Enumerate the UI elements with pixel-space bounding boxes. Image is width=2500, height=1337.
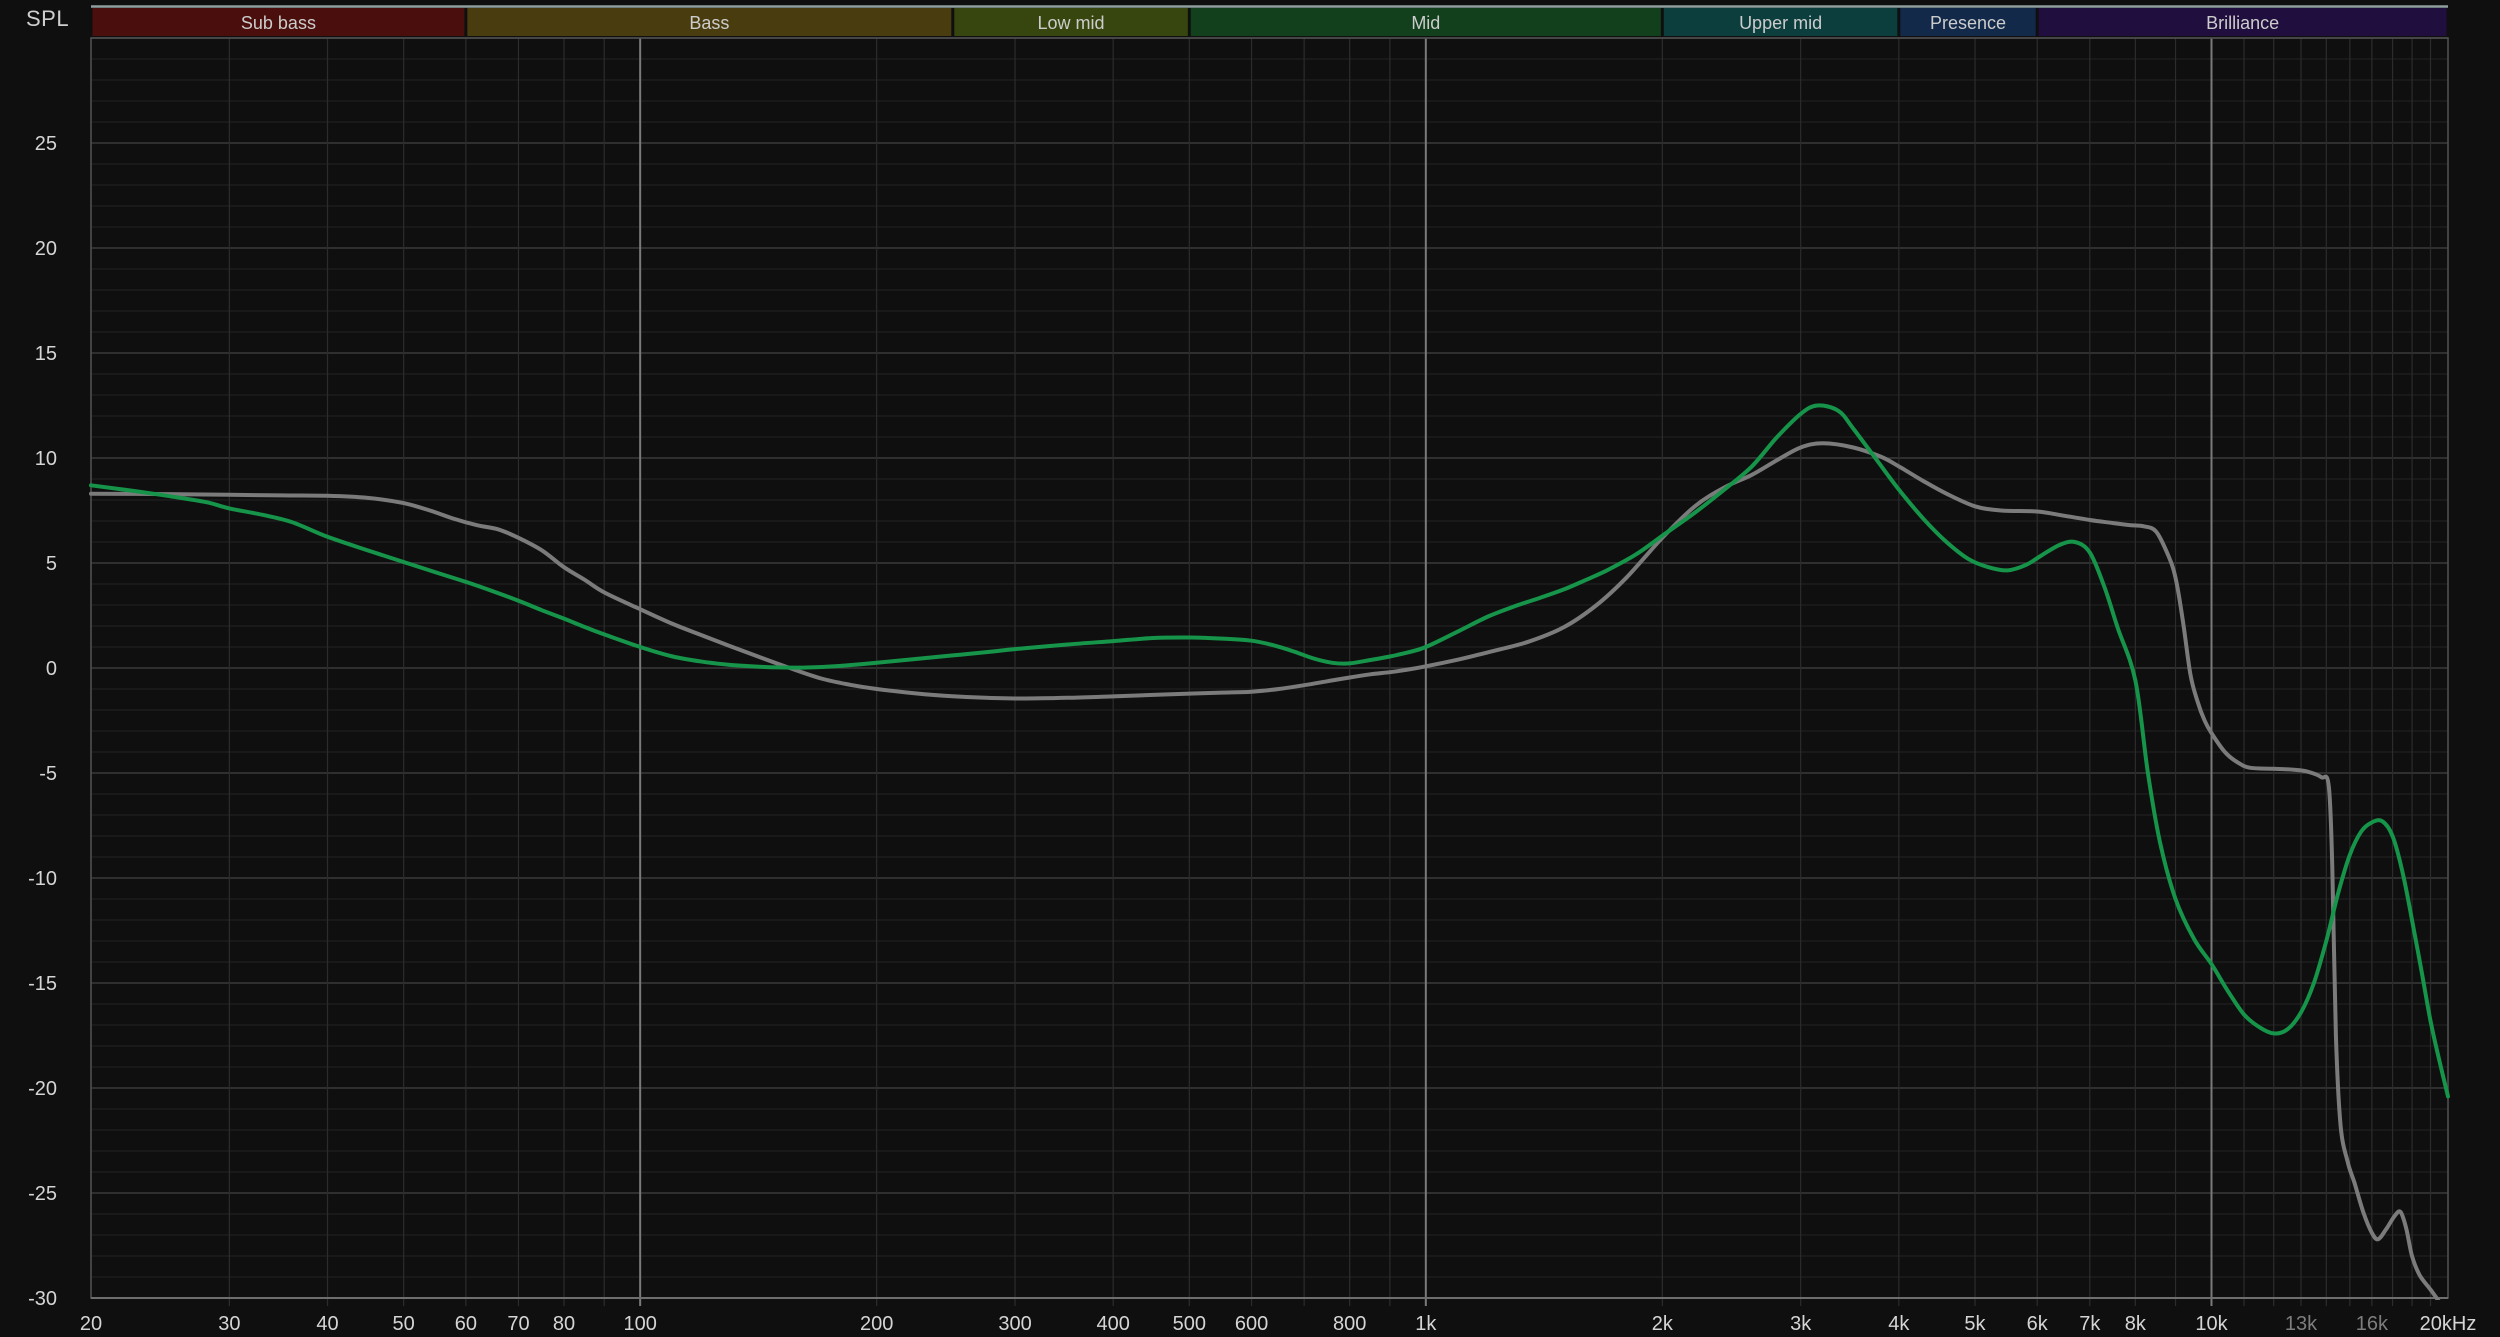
y-axis-label: -10: [28, 868, 57, 890]
x-axis-label: 8k: [2125, 1313, 2147, 1335]
x-axis-label: 60: [455, 1313, 477, 1335]
y-axis-label: -30: [28, 1288, 57, 1310]
y-axis-label: 5: [46, 553, 57, 575]
band-label: Low mid: [1038, 13, 1105, 33]
x-axis-label: 800: [1333, 1313, 1366, 1335]
band-label: Sub bass: [241, 13, 316, 33]
x-axis-label: 5k: [1964, 1313, 1986, 1335]
x-axis-label: 40: [316, 1313, 338, 1335]
x-axis-label: 50: [393, 1313, 415, 1335]
y-axis-label: -5: [39, 763, 57, 785]
y-axis-label: 25: [35, 133, 57, 155]
x-axis-label: 300: [998, 1313, 1031, 1335]
band-label: Presence: [1930, 13, 2006, 33]
y-axis-label: -25: [28, 1183, 57, 1205]
x-axis-label: 100: [623, 1313, 656, 1335]
x-axis-label: 2k: [1652, 1313, 1674, 1335]
x-axis-label: 1k: [1415, 1313, 1437, 1335]
fr-graph: SPL Sub bass Bass Low mid Mid Upper mid Prese…: [0, 0, 2500, 1337]
x-axis-label: 500: [1173, 1313, 1206, 1335]
x-axis-label: 80: [553, 1313, 575, 1335]
fr-graph-canvas: Sub bass Bass Low mid Mid Upper mid Presence B…: [0, 0, 2500, 1337]
band-label: Brilliance: [2206, 13, 2279, 33]
x-axis-label: 600: [1235, 1313, 1268, 1335]
band-label: Mid: [1411, 13, 1440, 33]
x-axis-label: 13k: [2285, 1313, 2318, 1335]
x-axis-label: 16k: [2356, 1313, 2389, 1335]
y-axis-label: 0: [46, 658, 57, 680]
x-axis-label: 200: [860, 1313, 893, 1335]
x-axis-label: 20kHz: [2420, 1313, 2477, 1335]
x-axis-label: 3k: [1790, 1313, 1812, 1335]
y-axis-label: 15: [35, 343, 57, 365]
frequency-band-strip: Sub bass Bass Low mid Mid Upper mid Presence B…: [91, 7, 2448, 37]
x-axis-label: 30: [218, 1313, 240, 1335]
y-axis-label: 10: [35, 448, 57, 470]
spl-axis-title: SPL: [26, 6, 69, 32]
band-label: Bass: [689, 13, 729, 33]
x-axis-label: 70: [507, 1313, 529, 1335]
y-axis-label: 20: [35, 238, 57, 260]
x-axis-label: 10k: [2195, 1313, 2228, 1335]
band-label: Upper mid: [1739, 13, 1822, 33]
x-axis-label: 6k: [2027, 1313, 2049, 1335]
x-axis-label: 4k: [1888, 1313, 1910, 1335]
x-axis-label: 20: [80, 1313, 102, 1335]
x-axis-label: 7k: [2079, 1313, 2101, 1335]
x-axis-label: 400: [1096, 1313, 1129, 1335]
y-axis-label: -20: [28, 1078, 57, 1100]
y-axis-label: -15: [28, 973, 57, 995]
